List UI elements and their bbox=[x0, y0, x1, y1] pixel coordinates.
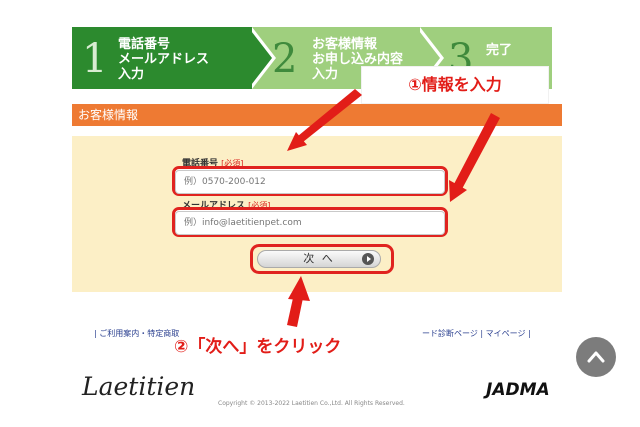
annotation-arrow bbox=[454, 113, 500, 189]
annotation-arrow bbox=[287, 298, 303, 327]
annotation-arrow bbox=[288, 276, 310, 301]
chevron-up-icon bbox=[587, 351, 605, 363]
annotation-arrow bbox=[298, 89, 362, 142]
annotation-arrows bbox=[287, 89, 500, 327]
annotation-click-next: ②「次へ」をクリック bbox=[174, 337, 342, 357]
laetitien-logo: Laetitien bbox=[82, 372, 196, 401]
scroll-to-top-button[interactable] bbox=[576, 337, 616, 377]
footer-link-mypage[interactable]: ード診断ページ | マイページ | bbox=[422, 328, 531, 340]
jadma-logo: JADMA bbox=[486, 380, 550, 400]
footer-link-guide[interactable]: | ご利用案内・特定商取 bbox=[94, 328, 179, 340]
copyright-text: Copyright © 2013-2022 Laetitien Co.,Ltd.… bbox=[218, 400, 405, 407]
